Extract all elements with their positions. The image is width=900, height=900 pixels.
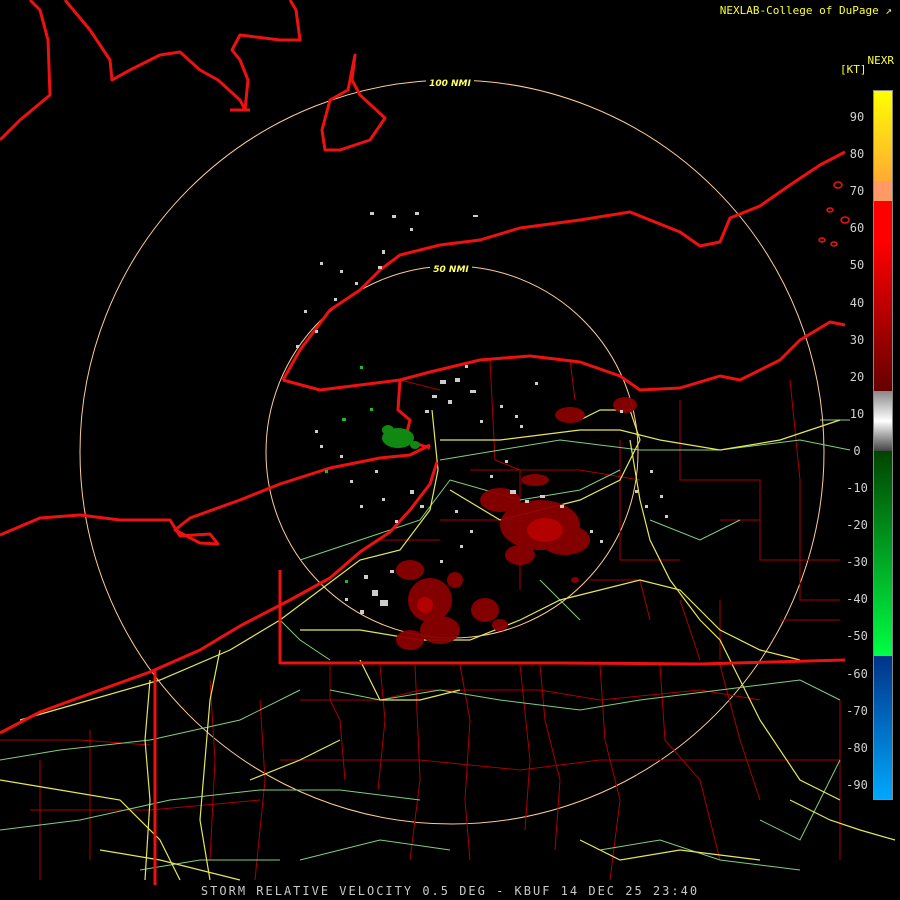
legend-tick-label: 90 bbox=[849, 110, 865, 124]
county-lines bbox=[0, 359, 841, 881]
legend-tick-label: -50 bbox=[846, 629, 868, 644]
legend-tick-label: -90 bbox=[846, 777, 868, 792]
legend-tick-label: -20 bbox=[846, 518, 868, 533]
outer-ring-label: 100 NMI bbox=[429, 79, 471, 89]
legend-tick-label: 20 bbox=[849, 369, 865, 384]
legend-tick-label: -30 bbox=[846, 555, 868, 570]
legend-segment bbox=[874, 391, 892, 451]
legend-tick-label: 70 bbox=[849, 184, 865, 199]
legend-tick-label: -40 bbox=[846, 592, 868, 607]
product-caption: STORM RELATIVE VELOCITY 0.5 DEG - KBUF 1… bbox=[200, 884, 700, 898]
legend-segment bbox=[874, 201, 892, 241]
legend-segment bbox=[874, 181, 892, 201]
radar-returns bbox=[296, 212, 668, 650]
legend-tick-label: 50 bbox=[849, 258, 865, 273]
unit-label: [KT] bbox=[840, 63, 867, 76]
credit-label: NEXLAB-College of DuPage ↗ bbox=[720, 4, 892, 17]
external-link-icon[interactable]: ↗ bbox=[885, 4, 892, 17]
legend-tick-label: 40 bbox=[849, 295, 865, 310]
coastlines-and-borders bbox=[0, 0, 846, 885]
product-label: NEXR bbox=[867, 54, 895, 67]
legend-tick-label: 30 bbox=[849, 332, 865, 347]
velocity-color-legend bbox=[873, 90, 893, 800]
radar-map: 100 NMI 50 NMI bbox=[0, 0, 896, 885]
legend-tick-label: 10 bbox=[849, 406, 865, 421]
legend-tick-label: 80 bbox=[849, 147, 865, 162]
legend-tick-label: -60 bbox=[846, 666, 868, 681]
credit-text: NEXLAB-College of DuPage bbox=[719, 4, 879, 17]
legend-tick-label: -80 bbox=[846, 740, 868, 755]
legend-tick-label: -70 bbox=[846, 703, 868, 718]
legend-tick-label: 0 bbox=[853, 443, 861, 458]
inner-ring-label: 50 NMI bbox=[433, 265, 469, 275]
legend-segment bbox=[874, 656, 892, 799]
legend-tick-label: -10 bbox=[846, 481, 868, 495]
range-ring-100nmi bbox=[79, 79, 825, 825]
legend-segment bbox=[874, 241, 892, 391]
legend-segment bbox=[874, 91, 892, 181]
legend-segment bbox=[874, 451, 892, 656]
legend-tick-label: 60 bbox=[849, 221, 865, 236]
